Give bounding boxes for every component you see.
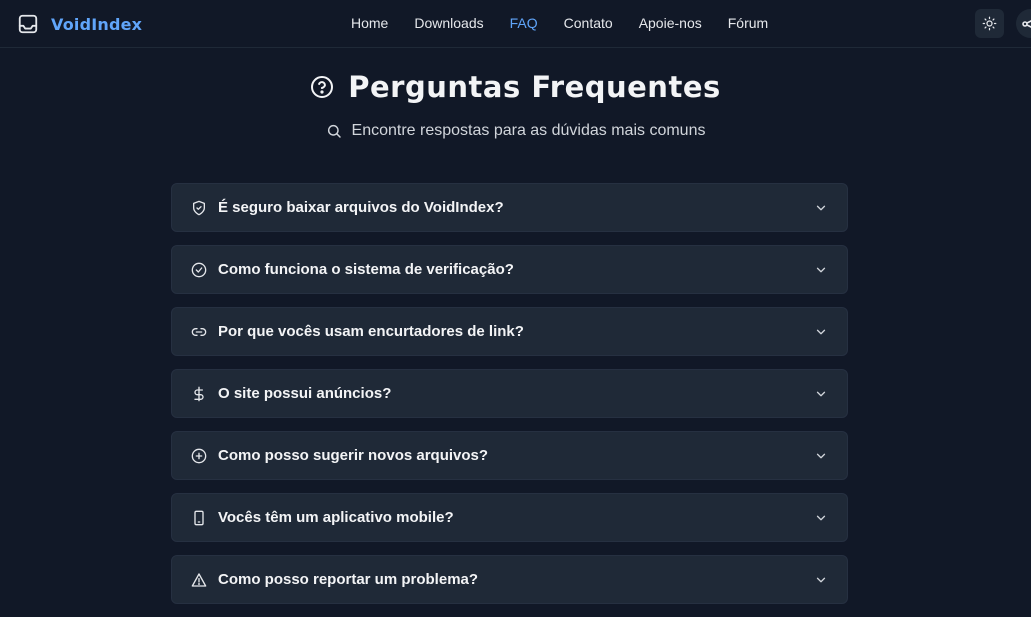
main-nav: Home Downloads FAQ Contato Apoie-nos Fór… — [351, 15, 768, 31]
chevron-down-icon — [816, 267, 826, 272]
brand-name: VoidIndex — [51, 14, 143, 34]
faq-item[interactable]: Vocês têm um aplicativo mobile? — [171, 493, 848, 542]
plus-circle-icon — [191, 448, 207, 464]
chevron-down-icon — [816, 453, 826, 458]
chevron-down-icon — [816, 391, 826, 396]
help-circle-icon — [311, 76, 334, 98]
faq-question: Por que vocês usam encurtadores de link? — [218, 323, 524, 340]
chevron-down-icon — [816, 329, 826, 334]
nav-contato[interactable]: Contato — [564, 15, 613, 31]
faq-item[interactable]: É seguro baixar arquivos do VoidIndex? — [171, 183, 848, 232]
nav-forum[interactable]: Fórum — [728, 15, 768, 31]
faq-item[interactable]: Por que vocês usam encurtadores de link? — [171, 307, 848, 356]
share-icon — [1022, 19, 1031, 28]
faq-question: O site possui anúncios? — [218, 385, 392, 402]
faq-question: É seguro baixar arquivos do VoidIndex? — [218, 199, 504, 216]
faq-question: Como funciona o sistema de verificação? — [218, 261, 514, 278]
page-title: Perguntas Frequentes — [0, 70, 1031, 104]
dollar-icon — [191, 386, 207, 402]
faq-question: Vocês têm um aplicativo mobile? — [218, 509, 454, 526]
faq-list: É seguro baixar arquivos do VoidIndex? C… — [171, 183, 848, 617]
search-icon — [327, 124, 341, 138]
check-circle-icon — [191, 262, 207, 278]
nav-apoie-nos[interactable]: Apoie-nos — [639, 15, 702, 31]
chevron-down-icon — [816, 205, 826, 210]
inbox-logo-icon — [18, 14, 38, 34]
link-icon — [191, 324, 207, 340]
brand-logo[interactable]: VoidIndex — [17, 12, 142, 36]
nav-downloads[interactable]: Downloads — [414, 15, 483, 31]
page-heading: Perguntas Frequentes — [348, 70, 721, 104]
faq-item[interactable]: Como funciona o sistema de verificação? — [171, 245, 848, 294]
nav-faq[interactable]: FAQ — [510, 15, 538, 31]
faq-item[interactable]: Como posso sugerir novos arquivos? — [171, 431, 848, 480]
shield-icon — [191, 200, 207, 216]
theme-toggle-button[interactable] — [975, 9, 1004, 38]
faq-item[interactable]: O site possui anúncios? — [171, 369, 848, 418]
nav-home[interactable]: Home — [351, 15, 388, 31]
share-button[interactable] — [1016, 9, 1031, 38]
page-subtitle: Encontre respostas para as dúvidas mais … — [0, 122, 1031, 140]
smartphone-icon — [191, 510, 207, 526]
subtitle-text: Encontre respostas para as dúvidas mais … — [351, 122, 706, 139]
chevron-down-icon — [816, 515, 826, 520]
faq-question: Como posso sugerir novos arquivos? — [218, 447, 489, 464]
navbar: VoidIndex Home Downloads FAQ Contato Apo… — [0, 0, 1031, 48]
sun-icon — [982, 16, 997, 31]
